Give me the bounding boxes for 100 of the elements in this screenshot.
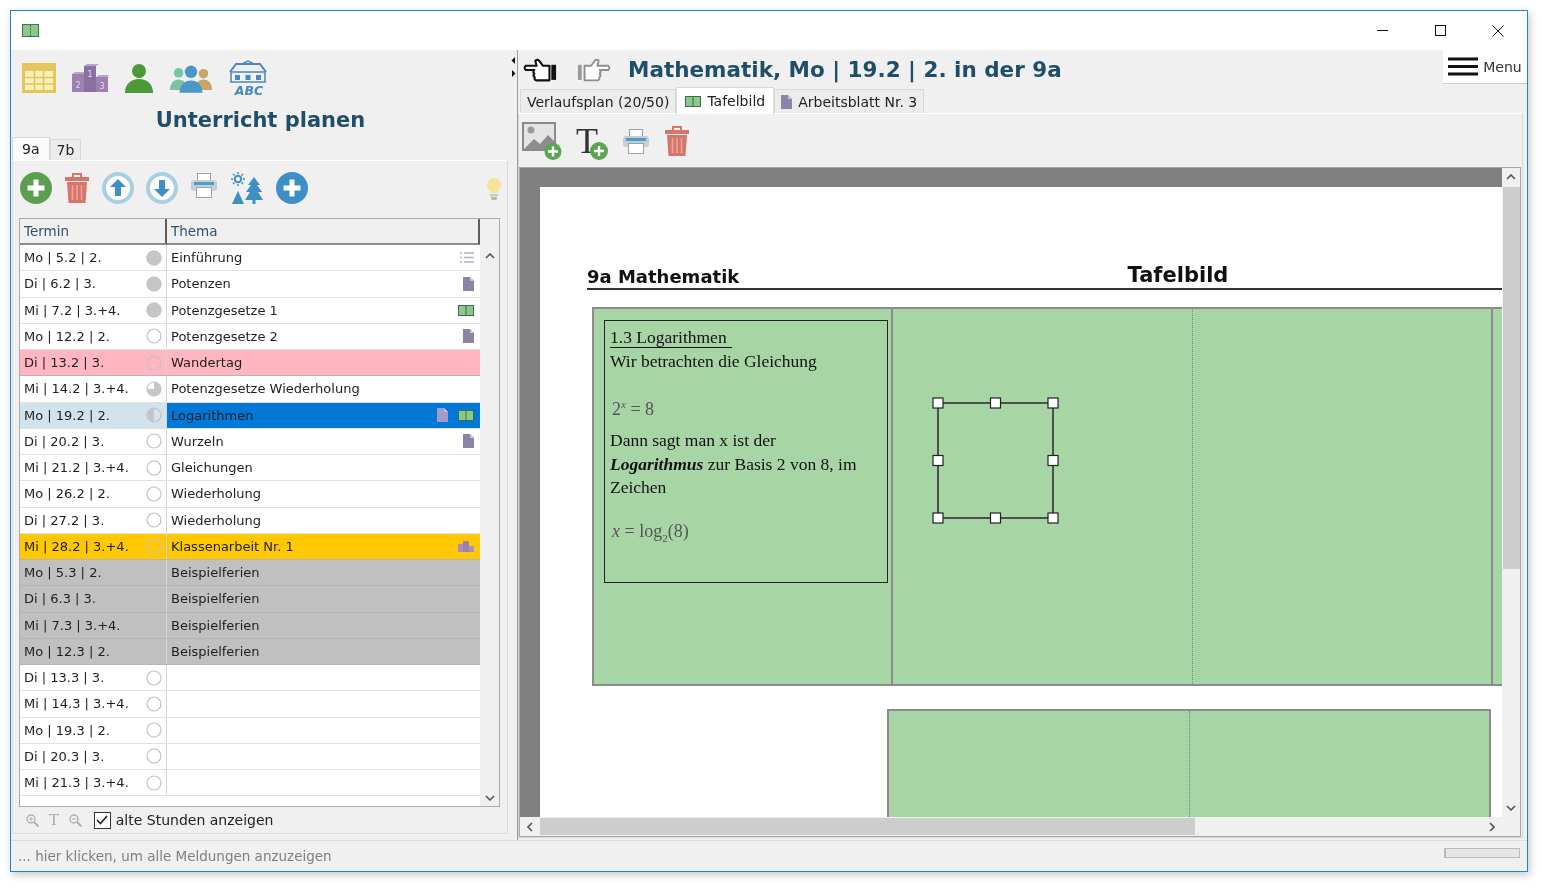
lesson-date: Mi | 14.3 | 3.+4.: [24, 696, 129, 712]
table-row[interactable]: Di | 6.2 | 3. Potenzen: [20, 271, 480, 298]
move-down-icon[interactable]: [146, 172, 178, 204]
print-icon[interactable]: [190, 172, 218, 198]
table-row[interactable]: Mi | 7.2 | 3.+4. Potenzgesetze 1: [20, 297, 480, 324]
scroll-down-icon[interactable]: [484, 795, 495, 801]
table-row[interactable]: Mo | 5.2 | 2. Einführung: [20, 245, 480, 272]
editor-tab[interactable]: Verlaufsplan (20/50): [520, 89, 677, 113]
pie-icon: [146, 275, 162, 292]
pie-icon: [146, 354, 162, 371]
lesson-date: Mi | 7.3 | 3.+4.: [24, 617, 121, 633]
lesson-topic: Klassenarbeit Nr. 1: [171, 538, 295, 554]
table-row[interactable]: Mi | 21.3 | 3.+4.: [20, 770, 480, 797]
scroll-right-icon[interactable]: [1489, 821, 1495, 832]
resize-handle[interactable]: [989, 512, 1002, 524]
table-row[interactable]: Di | 6.3 | 3. Beispielferien: [20, 586, 480, 613]
scroll-down-icon[interactable]: [1506, 805, 1516, 811]
class-tab[interactable]: 7b: [49, 139, 82, 160]
lesson-date: Di | 20.2 | 3.: [24, 433, 105, 449]
table-row[interactable]: Mi | 14.2 | 3.+4. Potenzgesetze Wiederholung: [20, 376, 480, 403]
scroll-left-icon[interactable]: [527, 821, 533, 832]
table-row[interactable]: Mo | 26.2 | 2. Wiederholung: [20, 481, 480, 508]
lesson-date: Di | 6.2 | 3.: [24, 276, 96, 292]
pie-icon: [146, 538, 162, 555]
selection-frame[interactable]: [932, 397, 1059, 524]
pie-icon: [146, 302, 162, 319]
collapse-arrows-icon[interactable]: [511, 56, 516, 78]
pie-icon: [146, 512, 162, 529]
table-row[interactable]: Mo | 12.3 | 2. Beispielferien: [20, 638, 480, 665]
table-row[interactable]: Mi | 14.3 | 3.+4.: [20, 691, 480, 718]
board[interactable]: 1.3 Logarithmen Wir betrachten die Gleichung 2$^{x}$ = 8 Dann sagt man x ist der Logarithmus zur Basis 2 von 8, im Zeichen x = log$_{2}$(8): [592, 307, 1502, 686]
scroll-thumb[interactable]: [540, 818, 1195, 835]
resize-handle[interactable]: [932, 397, 944, 409]
pie-icon: [146, 485, 162, 502]
list-icon: [460, 252, 474, 264]
formula: x = log$_{2}$(8): [612, 520, 689, 541]
resize-handle[interactable]: [932, 512, 944, 524]
text-box[interactable]: 1.3 Logarithmen Wir betrachten die Gleichung 2$^{x}$ = 8 Dann sagt man x ist der Logarithmus zur Basis 2 von 8, im Zeichen x = log$_{2}$(8): [604, 320, 888, 583]
lightbulb-icon[interactable]: [487, 178, 501, 200]
resize-handle[interactable]: [932, 454, 944, 467]
lesson-topic: Wurzeln: [171, 433, 225, 449]
add-image-icon[interactable]: [522, 121, 562, 160]
table-row[interactable]: Di | 20.2 | 3. Wurzeln: [20, 428, 480, 455]
resize-handle[interactable]: [1047, 512, 1059, 524]
table-row[interactable]: Mo | 12.2 | 2. Potenzgesetze 2: [20, 323, 480, 350]
table-row[interactable]: Mi | 28.2 | 3.+4. Klassenarbeit Nr. 1: [20, 533, 480, 560]
lesson-date: Mo | 5.2 | 2.: [24, 250, 102, 266]
resize-handle[interactable]: [1047, 397, 1059, 409]
page-heading: 9a Mathematik: [587, 266, 740, 287]
move-up-icon[interactable]: [102, 172, 134, 204]
sun-trees-icon[interactable]: [230, 172, 264, 204]
person-icon[interactable]: [124, 63, 154, 93]
pointing-hand-right-icon[interactable]: [577, 56, 611, 82]
scroll-thumb[interactable]: [1502, 187, 1520, 569]
table-row[interactable]: Mo | 19.3 | 2.: [20, 717, 480, 744]
pointing-hand-left-icon[interactable]: [523, 56, 557, 82]
checkbox-label[interactable]: alte Stunden anzeigen: [115, 812, 274, 828]
lesson-date: Mo | 26.2 | 2.: [24, 486, 110, 502]
lesson-topic: Wiederholung: [171, 512, 263, 528]
scroll-up-icon[interactable]: [484, 253, 495, 259]
delete-icon[interactable]: [664, 124, 690, 157]
lesson-date: Mi | 28.2 | 3.+4.: [24, 538, 129, 554]
add-text-button[interactable]: T: [576, 121, 608, 160]
table-row[interactable]: Di | 13.2 | 3. Wandertag: [20, 350, 480, 377]
add-icon[interactable]: [20, 172, 52, 204]
table-row[interactable]: Mi | 7.3 | 3.+4. Beispielferien: [20, 612, 480, 639]
class-tab[interactable]: 9a: [12, 137, 50, 160]
table-row[interactable]: Di | 13.3 | 3.: [20, 665, 480, 692]
print-icon[interactable]: [622, 127, 650, 154]
table-row[interactable]: Di | 27.2 | 3. Wiederholung: [20, 507, 480, 534]
resize-handle[interactable]: [989, 397, 1002, 409]
zoom-in-icon[interactable]: [26, 813, 39, 827]
resize-handle[interactable]: [1047, 454, 1059, 467]
status-message[interactable]: ... hier klicken, um alle Meldungen anzuzeigen: [18, 848, 332, 864]
lesson-date: Mo | 19.2 | 2.: [24, 407, 110, 423]
lesson-date: Mi | 7.2 | 3.+4.: [24, 302, 121, 318]
table-row[interactable]: Di | 20.3 | 3.: [20, 743, 480, 770]
lesson-title: Mathematik, Mo | 19.2 | 2. in der 9a: [628, 56, 1062, 82]
delete-icon[interactable]: [64, 172, 90, 204]
editor-tab[interactable]: Arbeitsblatt Nr. 3: [774, 89, 925, 113]
document-icon: [463, 434, 474, 449]
lesson-topic: Beispielferien: [171, 565, 261, 581]
group-icon[interactable]: [169, 63, 213, 93]
scroll-up-icon[interactable]: [1506, 174, 1516, 180]
menu-button[interactable]: Menu: [1443, 50, 1527, 84]
checkmark-icon: [96, 815, 109, 825]
add-circle-icon[interactable]: [276, 172, 308, 204]
pie-icon: [146, 328, 162, 345]
editor-tab[interactable]: Tafelbild: [676, 87, 775, 114]
table-row[interactable]: Mo | 5.3 | 2. Beispielferien: [20, 560, 480, 587]
zoom-out-icon[interactable]: [68, 813, 82, 827]
scrollbar[interactable]: [480, 245, 499, 806]
lesson-date: Mo | 12.2 | 2.: [24, 328, 110, 344]
text-paragraph: Dann sagt man x ist der Logarithmus zur Basis 2 von 8, im Zeichen: [610, 429, 858, 499]
table-row[interactable]: Mi | 21.2 | 3.+4. Gleichungen: [20, 455, 480, 482]
menu-icon: [1448, 57, 1479, 76]
pie-icon: [146, 695, 162, 712]
table-row[interactable]: Mo | 19.2 | 2. Logarithmen: [20, 402, 480, 429]
maximize-icon: [1434, 25, 1446, 36]
checkbox[interactable]: [93, 811, 111, 829]
